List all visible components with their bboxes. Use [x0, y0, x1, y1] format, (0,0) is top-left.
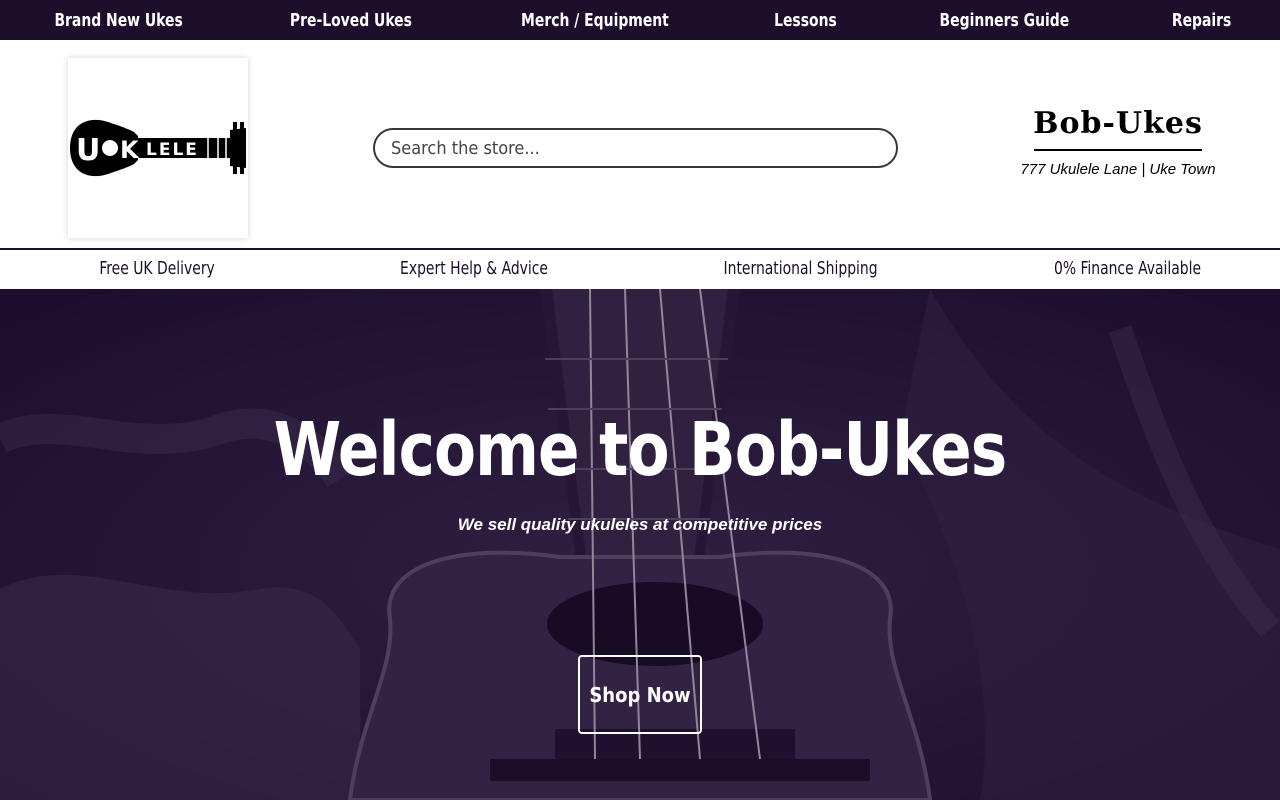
- hero-banner: Welcome to Bob-Ukes We sell quality ukul…: [0, 289, 1280, 800]
- features-bar: Free UK Delivery Expert Help & Advice In…: [0, 248, 1280, 289]
- feature-international-shipping: International Shipping: [723, 258, 878, 279]
- store-address: 777 Ukulele Lane | Uke Town: [1020, 161, 1216, 178]
- site-header: U K LELE Bob-Ukes 777 Ukulele Lane | Uke…: [0, 40, 1280, 248]
- feature-finance: 0% Finance Available: [1053, 258, 1202, 279]
- search-input[interactable]: [373, 128, 898, 168]
- nav-merch-equipment[interactable]: Merch / Equipment: [522, 10, 670, 31]
- svg-text:U: U: [76, 133, 100, 168]
- brand-divider: [1034, 149, 1202, 151]
- site-logo[interactable]: U K LELE: [68, 58, 248, 238]
- hero-title: Welcome to Bob-Ukes: [273, 407, 1008, 493]
- feature-free-uk-delivery: Free UK Delivery: [99, 258, 215, 279]
- hero-subtitle: We sell quality ukuleles at competitive …: [457, 515, 823, 534]
- feature-expert-help: Expert Help & Advice: [400, 258, 549, 279]
- nav-brand-new-ukes[interactable]: Brand New Ukes: [54, 10, 182, 31]
- nav-lessons[interactable]: Lessons: [774, 10, 837, 31]
- nav-beginners-guide[interactable]: Beginners Guide: [940, 10, 1070, 31]
- nav-repairs[interactable]: Repairs: [1172, 10, 1231, 31]
- svg-text:K: K: [120, 136, 140, 164]
- top-navigation: Brand New Ukes Pre-Loved Ukes Merch / Eq…: [0, 0, 1280, 40]
- ukulele-logo-icon: U K LELE: [70, 119, 246, 177]
- brand-name: Bob-Ukes: [1033, 106, 1203, 141]
- nav-pre-loved-ukes[interactable]: Pre-Loved Ukes: [290, 10, 412, 31]
- brand-block: Bob-Ukes 777 Ukulele Lane | Uke Town: [1018, 106, 1218, 178]
- shop-now-button[interactable]: Shop Now: [578, 655, 702, 734]
- svg-text:LELE: LELE: [146, 140, 199, 160]
